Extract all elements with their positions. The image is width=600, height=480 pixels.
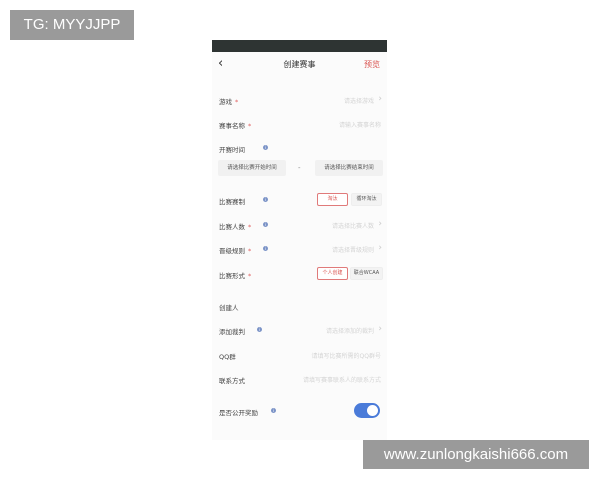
chevron-right-icon: › [378,324,382,334]
name-label: 赛事名称 * [219,122,252,130]
creator-label: 创建人 [219,304,239,312]
advance-placeholder: 请选择晋级规则 [331,247,374,254]
preview-button[interactable]: 预览 [364,59,380,70]
time-separator: - [298,164,301,172]
advance-label: 晋级规则 * [219,247,252,255]
info-icon[interactable]: i [271,408,276,413]
start-time-button[interactable]: 请选择比赛开始时间 [218,160,286,176]
watermark-bottom-right: www.zunlongkaishi666.com [363,440,589,469]
format-option-round-robin[interactable]: 循环淘汰 [351,193,382,206]
info-icon[interactable]: i [257,327,262,332]
chevron-right-icon: › [378,243,382,253]
nav-bar: ‹ 创建赛事 预览 [212,52,387,78]
players-placeholder: 请选择比赛人数 [331,223,374,230]
info-icon[interactable]: i [263,197,268,202]
referee-placeholder: 请选择添加的裁判 [325,328,374,335]
public-reward-toggle[interactable] [354,403,380,418]
info-icon[interactable]: i [263,246,268,251]
format-option-knockout[interactable]: 淘汰 [317,193,348,206]
game-placeholder: 请选择游戏 [343,98,374,105]
end-time-button[interactable]: 请选择比赛结束时间 [315,160,383,176]
contact-label: 联系方式 [219,377,245,385]
qq-input[interactable]: 请填写比赛所需的QQ群号 [312,351,381,360]
qq-label: QQ群 [219,353,236,361]
info-icon[interactable]: i [263,222,268,227]
qq-row: QQ群 请填写比赛所需的QQ群号 [212,350,387,364]
contact-row: 联系方式 请填写赛事联系人的联系方式 [212,374,387,388]
page-title: 创建赛事 [283,60,316,69]
referee-row[interactable]: 添加裁判 i 请选择添加的裁判 › [212,324,387,339]
toggle-knob [367,405,378,416]
mode-option-wcaa[interactable]: 联合WCAA [350,267,383,280]
status-bar [212,40,387,52]
mode-option-personal[interactable]: 个人创建 [317,267,348,280]
name-row[interactable]: 赛事名称 * 请输入赛事名称 [212,119,387,133]
phone-screen: ‹ 创建赛事 预览 游戏 * 请选择游戏 › 赛事名称 * 请输入赛事名称 开赛时间… [212,40,387,440]
watermark-top-left: TG: MYYJJPP [10,10,134,40]
players-row[interactable]: 比赛人数 * i 请选择比赛人数 › [212,219,387,234]
time-row: 开赛时间 i [212,143,387,157]
mode-label: 比赛形式 * [219,272,252,280]
game-row[interactable]: 游戏 * 请选择游戏 › [212,94,387,109]
advance-row[interactable]: 晋级规则 * i 请选择晋级规则 › [212,243,387,258]
name-input[interactable]: 请输入赛事名称 [339,120,381,129]
referee-label: 添加裁判 [219,328,245,336]
game-label: 游戏 * [219,98,239,106]
contact-input[interactable]: 请填写赛事联系人的联系方式 [303,375,381,384]
info-icon[interactable]: i [263,145,268,150]
chevron-right-icon: › [378,94,382,104]
format-label: 比赛赛制 [219,198,245,206]
time-label: 开赛时间 [219,146,245,154]
players-label: 比赛人数 * [219,223,252,231]
chevron-right-icon: › [378,219,382,229]
public-reward-label: 是否公开奖励 [219,409,258,417]
